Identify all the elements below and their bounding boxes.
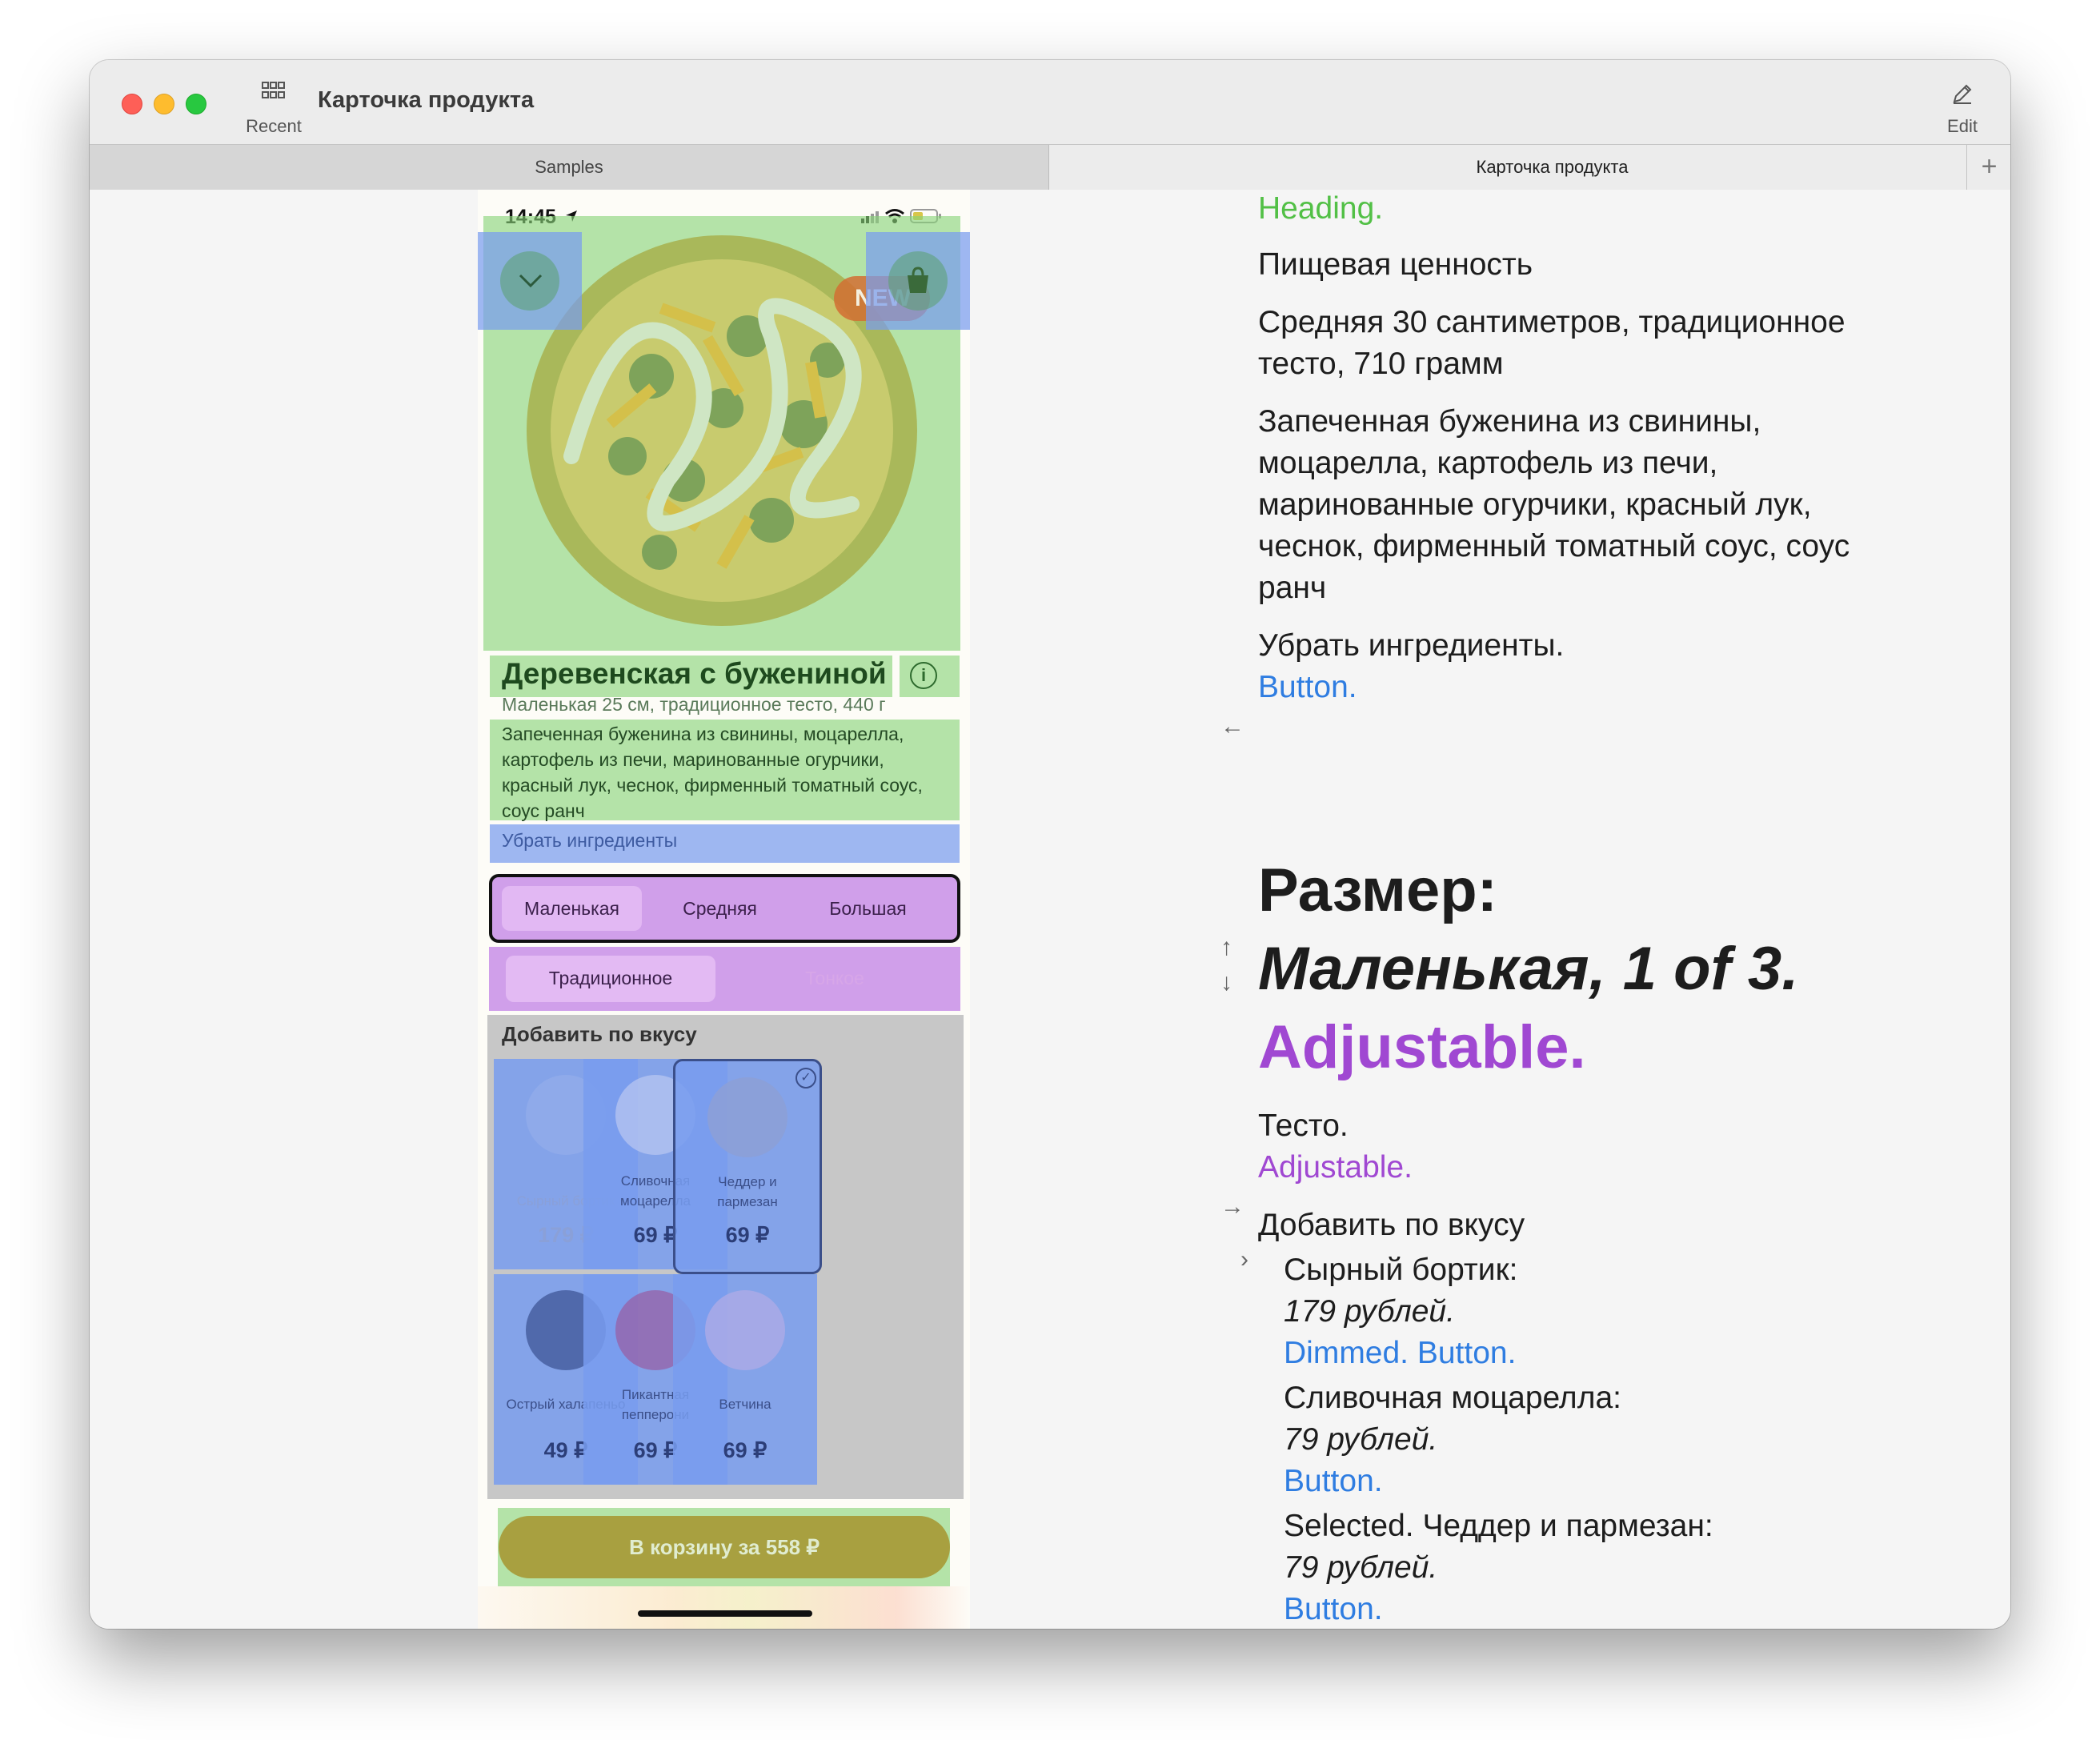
app-window: Recent Карточка продукта Edit Samples Ка… [90,60,2010,1629]
close-card-button[interactable] [478,232,582,330]
voiceover-panel: Heading. Пищевая ценность Средняя 30 сан… [1220,190,1978,1629]
addons-title: Добавить по вкусу [502,1022,697,1046]
addon-description-trait: Button. [1284,1592,1383,1626]
phone-preview: 14:45 [478,190,970,1629]
addon-description-price: 79 рублей. [1284,1550,1438,1585]
add-tab-button[interactable]: + [1966,145,2010,190]
addon-description-price: 179 рублей. [1284,1294,1455,1329]
addon-description-trait: Button. [1284,1464,1383,1498]
remove-ingredients-label: Убрать ингредиенты [502,830,678,851]
size-heading: Размер: [1258,856,1497,924]
cart-circle [888,251,948,311]
addon-tile-selected[interactable]: ✓ Чеддер и пармезан 69 ₽ [673,1059,822,1274]
size-option-large[interactable]: Большая [798,898,938,920]
heading-trait: Heading. [1258,191,1384,226]
addon-name: Чеддер и пармезан [717,1174,778,1209]
size-info-line: Средняя 30 сантиметров, традиционное [1258,305,1846,339]
recent-button[interactable]: Recent [234,74,314,138]
remove-ingredients-description: Убрать ингредиенты. [1258,628,1565,663]
arrow-left-icon: ← [1220,713,1244,740]
title-bar: Recent Карточка продукта Edit [90,60,2010,144]
chevron-right-icon: › [1240,1246,1248,1273]
edit-label: Edit [1947,116,1978,136]
pencil-icon [1953,84,1972,104]
size-option-medium[interactable]: Средняя [650,898,790,920]
ingredients-line: ранч [1258,571,1327,605]
addon-tile[interactable]: Ветчина 69 ₽ [673,1274,817,1485]
ingredients-line: Запеченная буженина из свинины, [1258,404,1761,439]
dough-option-thin[interactable]: Тонкое [730,968,940,989]
close-window-button[interactable] [122,94,142,114]
add-to-cart-button[interactable]: В корзину за 558 ₽ [499,1516,950,1578]
bottom-glow [478,1586,970,1629]
addon-price: 69 ₽ [723,1438,767,1462]
main-content: 14:45 [90,190,2010,1629]
cheddar-parmesan-image [707,1077,788,1157]
size-option-small[interactable]: Маленькая [502,898,642,920]
home-indicator [638,1610,812,1617]
zoom-window-button[interactable] [186,94,206,114]
window-title: Карточка продукта [318,87,535,113]
tab-product-card[interactable]: Карточка продукта [1049,145,2010,190]
checkmark-icon: ✓ [796,1068,816,1088]
ingredients-line: маринованные огурчики, красный лук, [1258,487,1812,522]
product-description: Запеченная буженина из свинины, моцарелл… [502,724,923,821]
arrow-down-icon: ↓ [1220,969,1232,996]
size-info-line: тесто, 710 грамм [1258,347,1504,381]
close-circle [500,251,559,311]
button-trait: Button. [1258,670,1357,704]
info-icon: i [910,662,937,689]
tab-samples[interactable]: Samples [90,145,1049,190]
arrow-right-icon: → [1220,1193,1244,1220]
grid-icon [262,82,285,98]
size-value: Маленькая, 1 of 3. [1258,935,1799,1003]
addon-description-name: Сливочная моцарелла: [1284,1381,1621,1415]
ingredients-line: моцарелла, картофель из печи, [1258,446,1718,480]
addons-description: Добавить по вкусу [1258,1208,1525,1242]
dough-description: Тесто. [1258,1109,1349,1143]
ham-image [705,1290,785,1370]
arrow-up-icon: ↑ [1220,934,1232,960]
addon-description-trait: Dimmed. Button. [1284,1336,1517,1370]
adjustable-trait: Adjustable. [1258,1013,1586,1081]
cart-shortcut-button[interactable] [866,232,970,330]
addon-description-name: Selected. Чеддер и пармезан: [1284,1509,1713,1543]
addon-description-name: Сырный бортик: [1284,1253,1518,1287]
minimize-window-button[interactable] [154,94,174,114]
chevron-down-icon [519,274,543,288]
dough-adjustable-trait: Adjustable. [1258,1150,1413,1185]
shopping-bag-icon [908,267,928,293]
edit-button[interactable]: Edit [1930,74,1994,138]
addon-name: Ветчина [719,1397,771,1412]
recent-label: Recent [246,116,302,136]
nutrition-label: Пищевая ценность [1258,247,1533,282]
dough-option-traditional[interactable]: Традиционное [506,968,715,989]
addon-description-price: 79 рублей. [1284,1422,1438,1457]
tab-bar: Samples Карточка продукта + [90,144,2010,190]
ingredients-line: чеснок, фирменный томатный соус, соус [1258,529,1850,563]
product-subtitle: Маленькая 25 см, традиционное тесто, 440… [502,694,886,715]
product-title: Деревенская с бужениной [502,657,887,690]
addon-price: 69 ₽ [725,1223,770,1247]
